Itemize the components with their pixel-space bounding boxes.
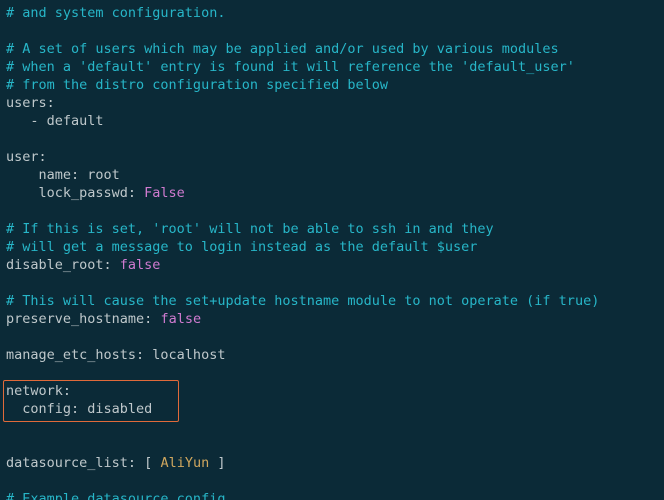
code-line: # Example datasource config — [6, 490, 658, 500]
code-line: # A set of users which may be applied an… — [6, 40, 658, 58]
code-line: user: — [6, 148, 658, 166]
code-line: config: disabled — [6, 400, 658, 418]
code-line: manage_etc_hosts: localhost — [6, 346, 658, 364]
code-segment: # Example datasource config — [6, 491, 225, 500]
code-line: # from the distro configuration specifie… — [6, 76, 658, 94]
code-line — [6, 22, 658, 40]
code-line: - default — [6, 112, 658, 130]
code-line — [6, 130, 658, 148]
code-segment: network: — [6, 383, 71, 399]
code-line: datasource_list: [ AliYun ] — [6, 454, 658, 472]
code-segment: manage_etc_hosts: localhost — [6, 347, 225, 363]
code-line — [6, 274, 658, 292]
code-line — [6, 364, 658, 382]
code-line: # This will cause the set+update hostnam… — [6, 292, 658, 310]
code-segment: user: — [6, 149, 47, 165]
code-segment: False — [144, 185, 185, 201]
code-segment: lock_passwd: — [6, 185, 144, 201]
code-line: users: — [6, 94, 658, 112]
code-segment: # and system configuration. — [6, 5, 225, 21]
code-segment: false — [160, 311, 201, 327]
code-line: # when a 'default' entry is found it wil… — [6, 58, 658, 76]
code-line: # will get a message to login instead as… — [6, 238, 658, 256]
code-segment: # when a 'default' entry is found it wil… — [6, 59, 575, 75]
code-line: name: root — [6, 166, 658, 184]
code-segment: # from the distro configuration specifie… — [6, 77, 388, 93]
code-segment: users: — [6, 95, 55, 111]
code-line: lock_passwd: False — [6, 184, 658, 202]
code-segment: # A set of users which may be applied an… — [6, 41, 559, 57]
code-segment: # will get a message to login instead as… — [6, 239, 477, 255]
code-segment: disable_root: — [6, 257, 120, 273]
code-line: preserve_hostname: false — [6, 310, 658, 328]
code-segment: AliYun — [160, 455, 209, 471]
code-line — [6, 472, 658, 490]
code-segment: - default — [6, 113, 104, 129]
code-segment: config: disabled — [6, 401, 152, 417]
code-line — [6, 328, 658, 346]
code-segment: name: root — [6, 167, 120, 183]
code-segment: # If this is set, 'root' will not be abl… — [6, 221, 494, 237]
code-line — [6, 202, 658, 220]
code-segment: datasource_list: [ — [6, 455, 160, 471]
code-line — [6, 436, 658, 454]
code-segment: ] — [209, 455, 225, 471]
code-line — [6, 418, 658, 436]
code-line: # If this is set, 'root' will not be abl… — [6, 220, 658, 238]
code-segment: # This will cause the set+update hostnam… — [6, 293, 599, 309]
code-segment: preserve_hostname: — [6, 311, 160, 327]
code-line: disable_root: false — [6, 256, 658, 274]
code-line: # and system configuration. — [6, 4, 658, 22]
code-line: network: — [6, 382, 658, 400]
code-segment: false — [120, 257, 161, 273]
terminal-editor-view[interactable]: # and system configuration. # A set of u… — [0, 0, 664, 500]
